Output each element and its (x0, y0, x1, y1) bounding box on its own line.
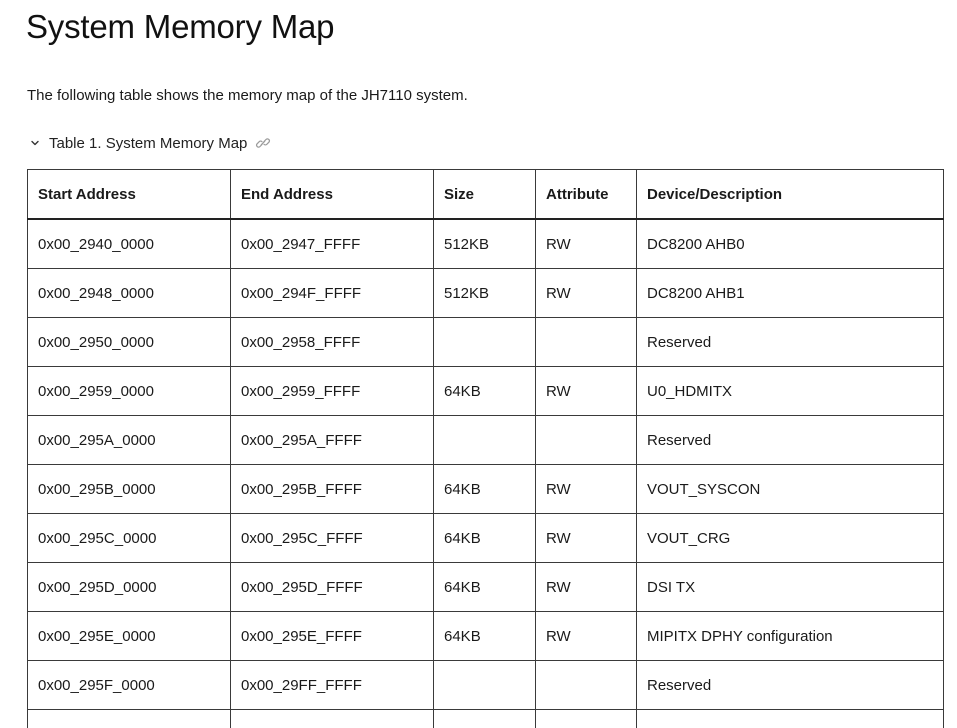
cell-description: VOUT_CRG (636, 513, 944, 563)
cell-description: Reserved (636, 415, 944, 465)
cell-size: 64KB (433, 464, 536, 514)
cell-end-address: 0x00_2947_FFFF (230, 218, 434, 269)
cell-attribute (535, 317, 637, 367)
table-caption: Table 1. System Memory Map (49, 134, 248, 152)
cell-size (433, 415, 536, 465)
header-end-address: End Address (230, 169, 434, 220)
cell-description (636, 709, 944, 728)
cell-start-address: 0x00_295E_0000 (27, 611, 231, 661)
table-row (27, 709, 944, 728)
cell-description: VOUT_SYSCON (636, 464, 944, 514)
cell-end-address: 0x00_2959_FFFF (230, 366, 434, 416)
table-row: 0x00_2950_0000 0x00_2958_FFFF Reserved (27, 317, 944, 367)
cell-size (433, 660, 536, 710)
cell-start-address: 0x00_2950_0000 (27, 317, 231, 367)
cell-start-address: 0x00_295C_0000 (27, 513, 231, 563)
cell-end-address: 0x00_295C_FFFF (230, 513, 434, 563)
cell-size (433, 709, 536, 728)
cell-attribute: RW (535, 562, 637, 612)
cell-attribute: RW (535, 366, 637, 416)
cell-description: Reserved (636, 660, 944, 710)
table-row: 0x00_295F_0000 0x00_29FF_FFFF Reserved (27, 660, 944, 710)
cell-end-address: 0x00_295A_FFFF (230, 415, 434, 465)
cell-start-address: 0x00_2959_0000 (27, 366, 231, 416)
cell-description: DSI TX (636, 562, 944, 612)
cell-start-address: 0x00_2948_0000 (27, 268, 231, 318)
cell-size: 512KB (433, 218, 536, 269)
cell-description: DC8200 AHB0 (636, 218, 944, 269)
header-start-address: Start Address (27, 169, 231, 220)
cell-end-address: 0x00_295B_FFFF (230, 464, 434, 514)
cell-attribute: RW (535, 268, 637, 318)
cell-attribute: RW (535, 218, 637, 269)
cell-size: 64KB (433, 562, 536, 612)
cell-description: DC8200 AHB1 (636, 268, 944, 318)
cell-attribute: RW (535, 611, 637, 661)
header-device-description: Device/Description (636, 169, 944, 220)
cell-size (433, 317, 536, 367)
cell-attribute: RW (535, 464, 637, 514)
table-row: 0x00_295A_0000 0x00_295A_FFFF Reserved (27, 415, 944, 465)
page-title: System Memory Map (26, 8, 335, 45)
cell-attribute (535, 415, 637, 465)
cell-size: 512KB (433, 268, 536, 318)
table-header-row: Start Address End Address Size Attribute… (27, 169, 944, 220)
cell-attribute (535, 660, 637, 710)
table-row: 0x00_295D_0000 0x00_295D_FFFF 64KB RW DS… (27, 562, 944, 612)
table-row: 0x00_295E_0000 0x00_295E_FFFF 64KB RW MI… (27, 611, 944, 661)
table-row: 0x00_2959_0000 0x00_2959_FFFF 64KB RW U0… (27, 366, 944, 416)
cell-start-address: 0x00_295F_0000 (27, 660, 231, 710)
table-row: 0x00_295B_0000 0x00_295B_FFFF 64KB RW VO… (27, 464, 944, 514)
table-row: 0x00_2948_0000 0x00_294F_FFFF 512KB RW D… (27, 268, 944, 318)
cell-start-address (27, 709, 231, 728)
cell-end-address: 0x00_29FF_FFFF (230, 660, 434, 710)
cell-size: 64KB (433, 611, 536, 661)
header-attribute: Attribute (535, 169, 637, 220)
cell-start-address: 0x00_2940_0000 (27, 218, 231, 269)
cell-size: 64KB (433, 513, 536, 563)
memory-map-table: Start Address End Address Size Attribute… (27, 169, 944, 728)
cell-size: 64KB (433, 366, 536, 416)
cell-attribute (535, 709, 637, 728)
intro-paragraph: The following table shows the memory map… (27, 87, 468, 104)
cell-start-address: 0x00_295A_0000 (27, 415, 231, 465)
cell-description: Reserved (636, 317, 944, 367)
table-row: 0x00_295C_0000 0x00_295C_FFFF 64KB RW VO… (27, 513, 944, 563)
header-size: Size (433, 169, 536, 220)
cell-end-address (230, 709, 434, 728)
cell-attribute: RW (535, 513, 637, 563)
table-row: 0x00_2940_0000 0x00_2947_FFFF 512KB RW D… (27, 218, 944, 269)
cell-end-address: 0x00_294F_FFFF (230, 268, 434, 318)
cell-end-address: 0x00_295D_FFFF (230, 562, 434, 612)
cell-end-address: 0x00_2958_FFFF (230, 317, 434, 367)
cell-end-address: 0x00_295E_FFFF (230, 611, 434, 661)
table-caption-toggle[interactable]: Table 1. System Memory Map (27, 133, 271, 153)
cell-start-address: 0x00_295B_0000 (27, 464, 231, 514)
link-icon[interactable] (255, 135, 271, 151)
chevron-down-icon[interactable] (27, 135, 43, 151)
cell-description: U0_HDMITX (636, 366, 944, 416)
cell-description: MIPITX DPHY configuration (636, 611, 944, 661)
cell-start-address: 0x00_295D_0000 (27, 562, 231, 612)
